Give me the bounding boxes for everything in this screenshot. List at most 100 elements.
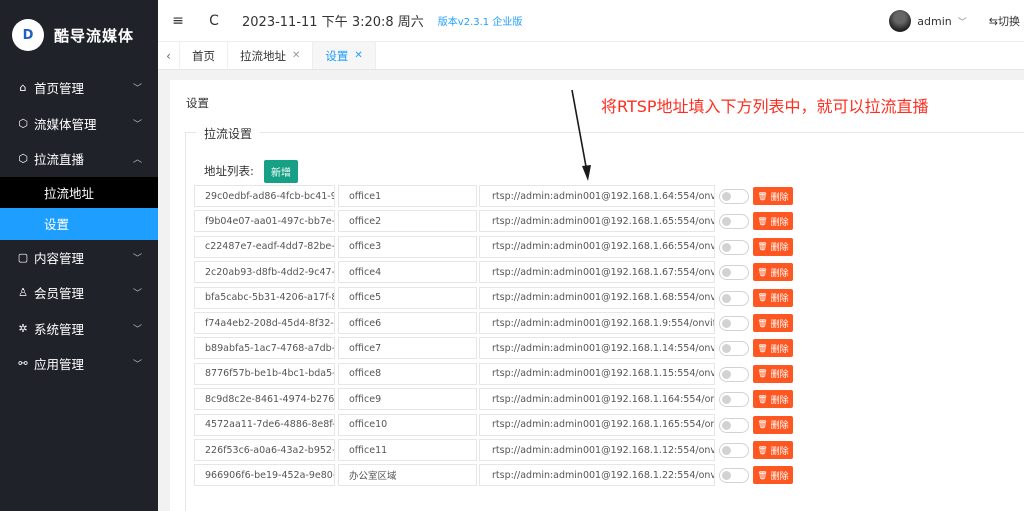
- add-button[interactable]: 新增: [264, 160, 298, 183]
- stream-name-field[interactable]: office6: [338, 312, 477, 334]
- sidebar-subitem-settings[interactable]: 设置: [0, 208, 158, 240]
- delete-button[interactable]: 🗑 删除: [753, 466, 793, 485]
- sidebar-item-pull-live[interactable]: ⬡ 拉流直播 ︿: [0, 141, 158, 177]
- rtsp-url-field[interactable]: rtsp://admin:admin001@192.168.1.165:554/…: [479, 413, 715, 436]
- stream-name-field[interactable]: office2: [338, 210, 477, 233]
- tab-pull-address[interactable]: 拉流地址 ✕: [228, 42, 314, 69]
- user-name[interactable]: admin: [917, 15, 951, 28]
- trash-icon: 🗑: [757, 343, 768, 353]
- rtsp-url-field[interactable]: rtsp://admin:admin001@192.168.1.14:554/o…: [479, 337, 715, 360]
- stream-name-field[interactable]: office10: [338, 413, 477, 436]
- delete-button[interactable]: 🗑 删除: [753, 212, 793, 231]
- delete-button[interactable]: 🗑 删除: [753, 441, 793, 459]
- enable-toggle[interactable]: [719, 316, 749, 331]
- enable-toggle[interactable]: [719, 417, 749, 433]
- close-icon[interactable]: ✕: [292, 50, 300, 61]
- rtsp-url-field[interactable]: rtsp://admin:admin001@192.168.1.22:554/o…: [479, 464, 715, 487]
- rtsp-url-field[interactable]: rtsp://admin:admin001@192.168.1.67:554/o…: [479, 261, 715, 284]
- stream-id-field[interactable]: f9b04e07-aa01-497c-bb7e-: [194, 210, 335, 233]
- stream-name-field[interactable]: office1: [338, 185, 477, 207]
- sidebar-item-label: 拉流直播: [34, 152, 85, 168]
- enable-toggle[interactable]: [719, 443, 749, 458]
- delete-button[interactable]: 🗑 删除: [753, 339, 793, 358]
- stream-name-field[interactable]: office5: [338, 286, 477, 309]
- stream-id-field[interactable]: bfa5cabc-5b31-4206-a17f-8: [194, 286, 335, 309]
- stream-id-field[interactable]: 29c0edbf-ad86-4fcb-bc41-9: [194, 185, 335, 207]
- stream-id-field[interactable]: 2c20ab93-d8fb-4dd2-9c47-: [194, 261, 335, 284]
- delete-button[interactable]: 🗑 删除: [753, 288, 793, 307]
- enable-toggle[interactable]: [719, 189, 749, 204]
- rtsp-url-field[interactable]: rtsp://admin:admin001@192.168.1.15:554/o…: [479, 362, 715, 385]
- datetime-display: 2023-11-11 下午 3:20:8 周六: [242, 15, 424, 30]
- delete-button[interactable]: 🗑 删除: [753, 263, 793, 282]
- toggle-knob: [722, 319, 731, 328]
- rtsp-url-field[interactable]: rtsp://admin:admin001@192.168.1.68:554/o…: [479, 286, 715, 309]
- delete-button[interactable]: 🗑 删除: [753, 390, 793, 409]
- delete-button[interactable]: 🗑 删除: [753, 364, 793, 383]
- delete-button[interactable]: 🗑 删除: [753, 314, 793, 332]
- delete-button[interactable]: 🗑 删除: [753, 237, 793, 256]
- rtsp-url-field[interactable]: rtsp://admin:admin001@192.168.1.12:554/o…: [479, 439, 715, 461]
- user-icon: ♙: [18, 286, 28, 300]
- sidebar-item-streaming[interactable]: ⬡ 流媒体管理 ﹀: [0, 106, 158, 142]
- enable-toggle[interactable]: [719, 392, 749, 408]
- avatar[interactable]: [889, 10, 912, 32]
- tab-home[interactable]: 首页: [180, 42, 228, 69]
- refresh-icon[interactable]: C: [196, 13, 232, 29]
- chevron-down-icon: ﹀: [132, 119, 142, 130]
- sidebar-item-label: 首页管理: [34, 81, 85, 97]
- rtsp-url-field[interactable]: rtsp://admin:admin001@192.168.1.9:554/on…: [479, 312, 715, 334]
- sidebar: D 酷导流媒体 ⌂ 首页管理 ﹀ ⬡ 流媒体管理 ﹀ ⬡ 拉流直播 ︿ 拉流地址…: [0, 0, 158, 511]
- stream-id-field[interactable]: 226f53c6-a0a6-43a2-b952-: [194, 439, 335, 461]
- stream-name-field[interactable]: 办公室区域: [338, 464, 477, 487]
- stream-name-field[interactable]: office11: [338, 439, 477, 461]
- trash-icon: 🗑: [757, 394, 768, 404]
- sidebar-item-home[interactable]: ⌂ 首页管理 ﹀: [0, 70, 158, 106]
- home-icon: ⌂: [19, 81, 27, 95]
- switch-button[interactable]: ⇆切换: [989, 13, 1020, 29]
- enable-toggle[interactable]: [719, 239, 749, 255]
- rtsp-url-field[interactable]: rtsp://admin:admin001@192.168.1.66:554/o…: [479, 235, 715, 258]
- enable-toggle[interactable]: [719, 214, 749, 230]
- enable-toggle[interactable]: [719, 341, 749, 357]
- delete-button[interactable]: 🗑 删除: [753, 187, 793, 205]
- delete-button[interactable]: 🗑 删除: [753, 415, 793, 434]
- stream-id-field[interactable]: f74a4eb2-208d-45d4-8f32-: [194, 312, 335, 334]
- sidebar-submenu: 拉流地址 设置: [0, 176, 158, 240]
- sidebar-item-system[interactable]: ✲ 系统管理 ﹀: [0, 311, 158, 347]
- trash-icon: 🗑: [757, 369, 768, 379]
- rtsp-url-field[interactable]: rtsp://admin:admin001@192.168.1.164:554/…: [479, 388, 715, 411]
- stream-name-field[interactable]: office9: [338, 388, 477, 411]
- tab-settings[interactable]: 设置 ✕: [313, 42, 376, 69]
- sidebar-item-members[interactable]: ♙ 会员管理 ﹀: [0, 275, 158, 311]
- stream-name-field[interactable]: office8: [338, 362, 477, 385]
- close-icon[interactable]: ✕: [354, 50, 362, 61]
- sidebar-item-apps[interactable]: ⚯ 应用管理 ﹀: [0, 346, 158, 382]
- rtsp-url-field[interactable]: rtsp://admin:admin001@192.168.1.65:554/o…: [479, 210, 715, 233]
- stream-id-field[interactable]: b89abfa5-1ac7-4768-a7db-: [194, 337, 335, 360]
- trash-icon: 🗑: [757, 191, 768, 201]
- page-title: 设置: [186, 96, 209, 110]
- chevron-down-icon[interactable]: ﹀: [958, 15, 967, 28]
- enable-toggle[interactable]: [719, 265, 749, 281]
- sidebar-item-content[interactable]: ▢ 内容管理 ﹀: [0, 240, 158, 276]
- logo[interactable]: D 酷导流媒体: [0, 0, 158, 70]
- stream-id-field[interactable]: c22487e7-eadf-4dd7-82be-: [194, 235, 335, 258]
- sidebar-subitem-pull-address[interactable]: 拉流地址: [0, 177, 158, 209]
- menu-toggle-icon[interactable]: ≡: [160, 13, 196, 29]
- enable-toggle[interactable]: [719, 366, 749, 382]
- rtsp-url-field[interactable]: rtsp://admin:admin001@192.168.1.64:554/o…: [479, 185, 715, 207]
- link-icon: ⚯: [18, 357, 28, 371]
- stream-name-field[interactable]: office3: [338, 235, 477, 258]
- enable-toggle[interactable]: [719, 290, 749, 306]
- stream-id-field[interactable]: 4572aa11-7de6-4886-8e8f-: [194, 413, 335, 436]
- stream-name-field[interactable]: office7: [338, 337, 477, 360]
- sidebar-item-label: 流媒体管理: [34, 116, 97, 132]
- stream-id-field[interactable]: 8776f57b-be1b-4bc1-bda5-: [194, 362, 335, 385]
- stream-id-field[interactable]: 966906f6-be19-452a-9e80-: [194, 464, 335, 487]
- enable-toggle[interactable]: [719, 468, 749, 484]
- stream-name-field[interactable]: office4: [338, 261, 477, 284]
- tab-scroll-left-icon[interactable]: ‹: [158, 42, 180, 69]
- toggle-knob: [722, 268, 731, 278]
- stream-id-field[interactable]: 8c9d8c2e-8461-4974-b276-: [194, 388, 335, 411]
